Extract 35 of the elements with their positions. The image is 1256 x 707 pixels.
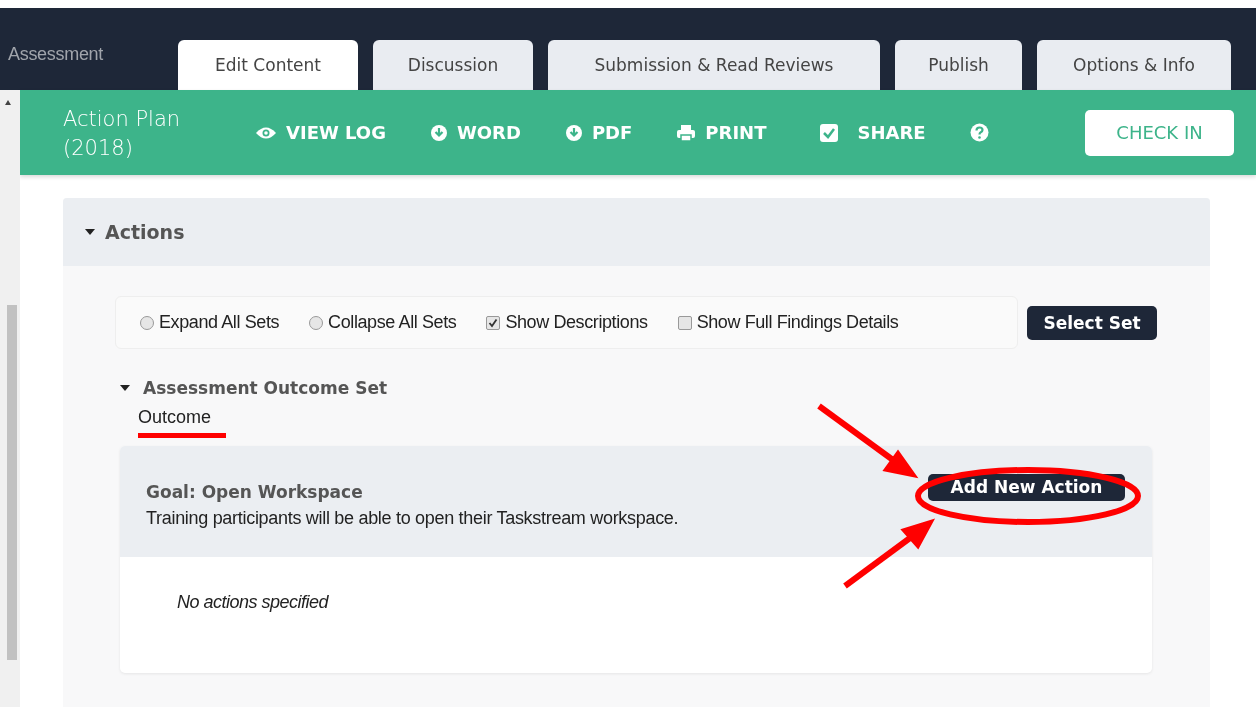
scrollbar[interactable]: [0, 90, 20, 707]
radio-button[interactable]: [140, 315, 154, 330]
outcome-label: Outcome: [138, 407, 212, 428]
scroll-up-icon[interactable]: [5, 100, 11, 105]
eye-icon: [255, 125, 277, 140]
tab[interactable]: Discussion: [373, 40, 533, 90]
download-icon: [564, 123, 583, 142]
panel-title: Actions: [105, 221, 185, 243]
set-title: Assessment Outcome Set: [143, 378, 388, 398]
option-label: Show Descriptions: [505, 312, 648, 333]
download-icon: [429, 123, 448, 142]
checkbox[interactable]: [677, 315, 692, 330]
caret-icon: [85, 228, 95, 236]
page-title: Action Plan (2018): [63, 105, 182, 162]
select-set-button[interactable]: Select Set: [1027, 305, 1157, 340]
toolbar-link[interactable]: [969, 123, 989, 142]
tab[interactable]: Options & Info: [1037, 40, 1231, 90]
tab[interactable]: Submission & Read Reviews: [548, 40, 880, 90]
option-label: Show Full Findings Details: [696, 312, 899, 333]
scroll-thumb[interactable]: [7, 305, 17, 660]
option-label: Collapse All Sets: [328, 312, 457, 333]
help-icon: [969, 123, 989, 142]
goal-description: Training participants will be able to open their Taskstream workspace.: [146, 508, 680, 529]
section-label: Assessment: [7, 44, 105, 65]
option-label: Expand All Sets: [159, 312, 280, 333]
tab[interactable]: Edit Content: [178, 40, 358, 90]
caret-icon[interactable]: [120, 384, 130, 392]
radio-button[interactable]: [309, 315, 324, 330]
panel-header[interactable]: Actions: [63, 198, 1210, 266]
tab[interactable]: Publish: [895, 40, 1022, 90]
print-icon: [676, 123, 697, 142]
goal-title: Goal: Open Workspace: [146, 482, 364, 502]
empty-message: No actions specified: [177, 592, 329, 612]
checkbox-icon: [820, 123, 839, 142]
checkbox[interactable]: [486, 315, 501, 330]
